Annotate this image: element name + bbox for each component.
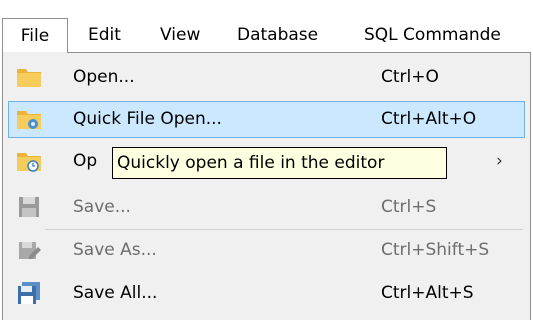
folder-icon [16,64,42,90]
menu-item-shortcut: Ctrl+O [381,67,439,87]
menu-database[interactable]: Database [237,18,318,52]
save-as-icon [16,237,42,263]
chevron-right-icon: › [496,151,503,171]
menu-edit[interactable]: Edit [88,18,121,52]
menu-item-label: Quick File Open... [73,109,222,129]
menu-item-label: Op [73,151,98,171]
menu-item-quick-file-open[interactable]: Quick File Open... Ctrl+Alt+O [8,101,525,138]
menu-sql-commander[interactable]: SQL Commande [364,18,501,52]
tooltip: Quickly open a file in the editor [112,147,447,179]
folder-clock-icon [16,148,42,174]
menu-item-shortcut: Ctrl+Alt+S [381,283,474,303]
menu-separator [45,229,523,230]
menu-item-save[interactable]: Save... Ctrl+S [8,189,525,226]
menu-item-label: Open... [73,67,135,87]
menu-item-shortcut: Ctrl+S [381,197,437,217]
menu-item-save-all[interactable]: Save All... Ctrl+Alt+S [8,275,525,312]
menu-item-open[interactable]: Open... Ctrl+O [8,59,525,96]
menu-item-shortcut: Ctrl+Shift+S [381,240,490,260]
menu-item-label: Save... [73,197,131,217]
menu-view[interactable]: View [160,18,200,52]
save-icon [16,194,42,220]
save-all-icon [16,280,42,306]
menu-file[interactable]: File [2,18,68,54]
menu-item-save-as[interactable]: Save As... Ctrl+Shift+S [8,232,525,269]
menu-item-label: Save As... [73,240,157,260]
folder-gear-icon [16,106,42,132]
menu-bar: File Edit View Database SQL Commande [0,0,533,54]
dropdown-tab-gap [3,52,67,53]
menu-item-shortcut: Ctrl+Alt+O [381,109,477,129]
menu-item-label: Save All... [73,283,158,303]
